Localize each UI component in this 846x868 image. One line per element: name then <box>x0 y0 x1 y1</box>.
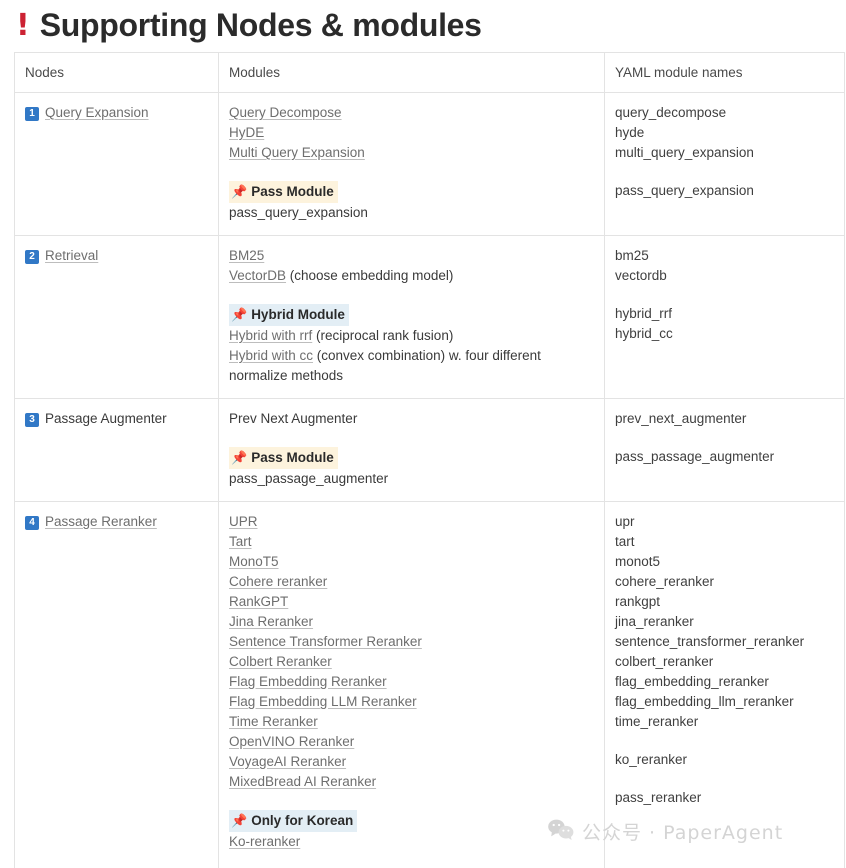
yaml-name: time_reranker <box>615 714 699 729</box>
table-row: 1 Query Expansion Query Decompose HyDE Mu… <box>14 92 845 236</box>
module-link[interactable]: Tart <box>229 534 252 549</box>
module-link[interactable]: Ko-reranker <box>229 834 300 849</box>
yaml-name: jina_reranker <box>615 614 694 629</box>
exclamation-mark-icon: ! <box>16 8 30 43</box>
row-number-badge: 4 <box>25 516 39 530</box>
module-suffix: (choose embedding model) <box>286 268 454 283</box>
module-link[interactable]: OpenVINO Reranker <box>229 734 354 749</box>
yaml-cell: bm25 vectordb hybrid_rrf hybrid_cc <box>604 235 845 399</box>
yaml-name: multi_query_expansion <box>615 145 754 160</box>
supporting-nodes-modules-table: Nodes Modules YAML module names 1 Query E… <box>14 52 845 868</box>
pass-module-badge: 📌 Pass Module <box>229 181 338 203</box>
module-link[interactable]: RankGPT <box>229 594 288 609</box>
sidebar-item-passage-reranker[interactable]: Passage Reranker <box>45 514 157 529</box>
yaml-name: hybrid_rrf <box>615 306 673 321</box>
yaml-name: vectordb <box>615 268 667 283</box>
module-link[interactable]: Hybrid with cc <box>229 348 313 363</box>
module-link[interactable]: MonoT5 <box>229 554 279 569</box>
pushpin-icon: 📌 <box>231 185 248 200</box>
module-plain: pass_query_expansion <box>229 205 368 220</box>
pushpin-icon: 📌 <box>231 814 248 829</box>
module-link[interactable]: Query Decompose <box>229 105 342 120</box>
modules-cell: Query Decompose HyDE Multi Query Expansi… <box>218 92 605 236</box>
row-number-badge: 1 <box>25 107 39 121</box>
yaml-name: pass_reranker <box>615 790 702 805</box>
module-link[interactable]: UPR <box>229 514 258 529</box>
row-number-badge: 3 <box>25 413 39 427</box>
yaml-cell: upr tart monot5 cohere_reranker rankgpt … <box>604 501 845 868</box>
module-link[interactable]: Multi Query Expansion <box>229 145 365 160</box>
hybrid-module-badge: 📌 Hybrid Module <box>229 304 349 326</box>
pushpin-icon: 📌 <box>231 451 248 466</box>
yaml-name: monot5 <box>615 554 661 569</box>
yaml-name: colbert_reranker <box>615 654 714 669</box>
yaml-name: cohere_reranker <box>615 574 715 589</box>
module-link[interactable]: Flag Embedding LLM Reranker <box>229 694 417 709</box>
yaml-name: pass_passage_augmenter <box>615 449 775 464</box>
pin-label: Only for Korean <box>251 813 354 828</box>
pushpin-icon: 📌 <box>231 308 248 323</box>
pin-label: Hybrid Module <box>251 307 345 322</box>
module-plain: pass_passage_augmenter <box>229 471 389 486</box>
yaml-name: rankgpt <box>615 594 661 609</box>
yaml-name: ko_reranker <box>615 752 688 767</box>
yaml-name: bm25 <box>615 248 649 263</box>
module-suffix: (reciprocal rank fusion) <box>312 328 454 343</box>
yaml-cell: prev_next_augmenter pass_passage_augment… <box>604 398 845 502</box>
module-link[interactable]: Jina Reranker <box>229 614 313 629</box>
page-title-text: Supporting Nodes & modules <box>39 7 482 43</box>
module-link[interactable]: Flag Embedding Reranker <box>229 674 387 689</box>
module-link[interactable]: Hybrid with rrf <box>229 328 312 343</box>
page-root: ! Supporting Nodes & modules Nodes Modul… <box>0 0 846 868</box>
node-cell: 3 Passage Augmenter <box>14 398 219 502</box>
node-cell: 1 Query Expansion <box>14 92 219 236</box>
module-plain: Prev Next Augmenter <box>229 411 358 426</box>
module-link[interactable]: BM25 <box>229 248 264 263</box>
table-row: 3 Passage Augmenter Prev Next Augmenter 📌… <box>14 398 845 502</box>
table-row: 2 Retrieval BM25 VectorDB (choose embeddi… <box>14 235 845 399</box>
modules-cell: BM25 VectorDB (choose embedding model) 📌… <box>218 235 605 399</box>
modules-cell: Prev Next Augmenter 📌 Pass Module pass_pa… <box>218 398 605 502</box>
module-link[interactable]: Time Reranker <box>229 714 318 729</box>
sidebar-item-retrieval[interactable]: Retrieval <box>45 248 98 263</box>
module-link[interactable]: Sentence Transformer Reranker <box>229 634 422 649</box>
module-link[interactable]: VectorDB <box>229 268 286 283</box>
sidebar-item-query-expansion[interactable]: Query Expansion <box>45 105 149 120</box>
only-for-korean-badge: 📌 Only for Korean <box>229 810 358 832</box>
module-link[interactable]: Colbert Reranker <box>229 654 332 669</box>
modules-cell: UPR Tart MonoT5 Cohere reranker RankGPT … <box>218 501 605 868</box>
pin-label: Pass Module <box>251 450 334 465</box>
column-header-modules: Modules <box>218 52 605 93</box>
row-number-badge: 2 <box>25 250 39 264</box>
module-link[interactable]: VoyageAI Reranker <box>229 754 346 769</box>
yaml-name: tart <box>615 534 635 549</box>
yaml-name: hyde <box>615 125 645 140</box>
node-label-passage-augmenter: Passage Augmenter <box>45 411 167 426</box>
node-cell: 4 Passage Reranker <box>14 501 219 868</box>
yaml-name: query_decompose <box>615 105 727 120</box>
yaml-name: pass_query_expansion <box>615 183 754 198</box>
column-header-nodes: Nodes <box>14 52 219 93</box>
module-link[interactable]: Cohere reranker <box>229 574 327 589</box>
yaml-name: upr <box>615 514 635 529</box>
column-header-yaml: YAML module names <box>604 52 845 93</box>
table-row: 4 Passage Reranker UPR Tart MonoT5 Cohere… <box>14 501 845 868</box>
yaml-name: sentence_transformer_reranker <box>615 634 805 649</box>
table-header-row: Nodes Modules YAML module names <box>14 52 845 93</box>
pin-label: Pass Module <box>251 184 334 199</box>
page-title: ! Supporting Nodes & modules <box>0 0 846 52</box>
yaml-name: flag_embedding_llm_reranker <box>615 694 794 709</box>
yaml-name: prev_next_augmenter <box>615 411 747 426</box>
module-link[interactable]: HyDE <box>229 125 264 140</box>
yaml-name: flag_embedding_reranker <box>615 674 769 689</box>
pass-module-badge: 📌 Pass Module <box>229 447 338 469</box>
node-cell: 2 Retrieval <box>14 235 219 399</box>
module-link[interactable]: MixedBread AI Reranker <box>229 774 376 789</box>
yaml-cell: query_decompose hyde multi_query_expansi… <box>604 92 845 236</box>
yaml-name: hybrid_cc <box>615 326 673 341</box>
